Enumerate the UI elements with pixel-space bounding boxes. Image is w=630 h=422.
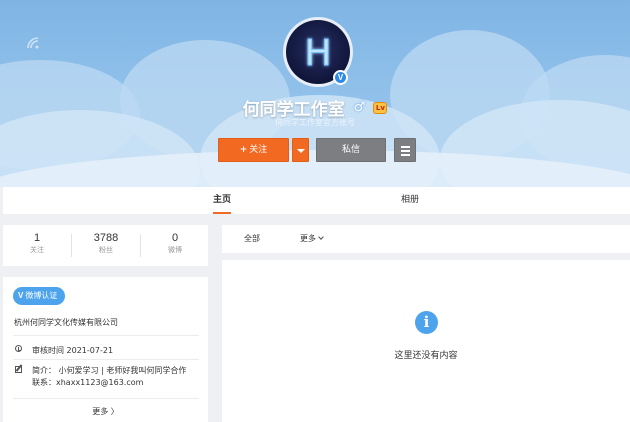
chevron-down-icon bbox=[318, 234, 324, 240]
tab-home[interactable]: 主页 bbox=[213, 187, 232, 214]
wifi-icon bbox=[27, 37, 39, 49]
filter-more[interactable]: 更多 bbox=[300, 225, 324, 253]
filter-all[interactable]: 全部 bbox=[244, 225, 260, 253]
feed-filter-bar: 全部 更多 bbox=[222, 225, 630, 253]
contact-text: 联系：xhaxx1123@163.com bbox=[32, 378, 144, 387]
clock-icon bbox=[15, 345, 22, 352]
stat-value: 1 bbox=[33, 232, 41, 244]
stat-label: 微博 bbox=[168, 246, 182, 254]
stat-value: 0 bbox=[171, 232, 179, 244]
message-label: 私信 bbox=[341, 145, 360, 155]
verification-label: 微博认证 bbox=[25, 291, 58, 300]
more-info-link[interactable]: 更多 〉 bbox=[3, 406, 208, 417]
follow-button[interactable]: + 关注 bbox=[218, 138, 289, 162]
info-card: V 微博认证 杭州何同学文化传媒有限公司 审核时间 2021-07-21 简介： … bbox=[3, 277, 208, 422]
stat-label: 粉丝 bbox=[99, 246, 113, 254]
follow-dropdown-button[interactable] bbox=[292, 138, 309, 162]
stat-value: 3788 bbox=[93, 232, 119, 244]
plus-icon: + bbox=[239, 145, 248, 155]
divider bbox=[13, 335, 199, 336]
follow-label: 关注 bbox=[249, 145, 268, 155]
divider bbox=[13, 359, 199, 360]
stats-card: 1 关注 3788 粉丝 0 微博 bbox=[3, 225, 208, 266]
feed-area: i 这里还没有内容 bbox=[222, 260, 630, 422]
company-name: 杭州何同学文化传媒有限公司 bbox=[14, 318, 118, 327]
menu-button[interactable] bbox=[394, 138, 416, 162]
stat-label: 关注 bbox=[30, 246, 44, 254]
gender-icon: ♂ bbox=[353, 100, 366, 115]
filter-more-label: 更多 bbox=[300, 234, 316, 243]
profile-tabs: 主页 相册 bbox=[3, 187, 630, 214]
intro-text: 简介： 小何爱学习 | 老师好我叫何同学合作 bbox=[32, 366, 187, 375]
info-icon: i bbox=[415, 311, 438, 334]
tab-album[interactable]: 相册 bbox=[401, 187, 419, 214]
avatar-logo: H bbox=[304, 33, 332, 75]
review-time: 审核时间 2021-07-21 bbox=[32, 346, 114, 355]
profile-description: 何同学工作室官方账号 bbox=[275, 118, 355, 127]
message-button[interactable]: 私信 bbox=[316, 138, 386, 162]
verified-icon: V bbox=[333, 70, 348, 85]
verified-v-icon: V bbox=[18, 291, 24, 300]
svg-text:H: H bbox=[304, 33, 331, 74]
divider bbox=[13, 398, 199, 399]
level-icon[interactable]: Lv bbox=[373, 101, 388, 114]
stat-followers[interactable]: 3788 粉丝 bbox=[72, 232, 140, 255]
verification-badge[interactable]: V 微博认证 bbox=[13, 287, 66, 305]
empty-message: 这里还没有内容 bbox=[394, 351, 458, 361]
stat-following[interactable]: 1 关注 bbox=[3, 232, 71, 255]
stat-posts[interactable]: 0 微博 bbox=[141, 232, 209, 255]
edit-icon bbox=[15, 366, 22, 373]
